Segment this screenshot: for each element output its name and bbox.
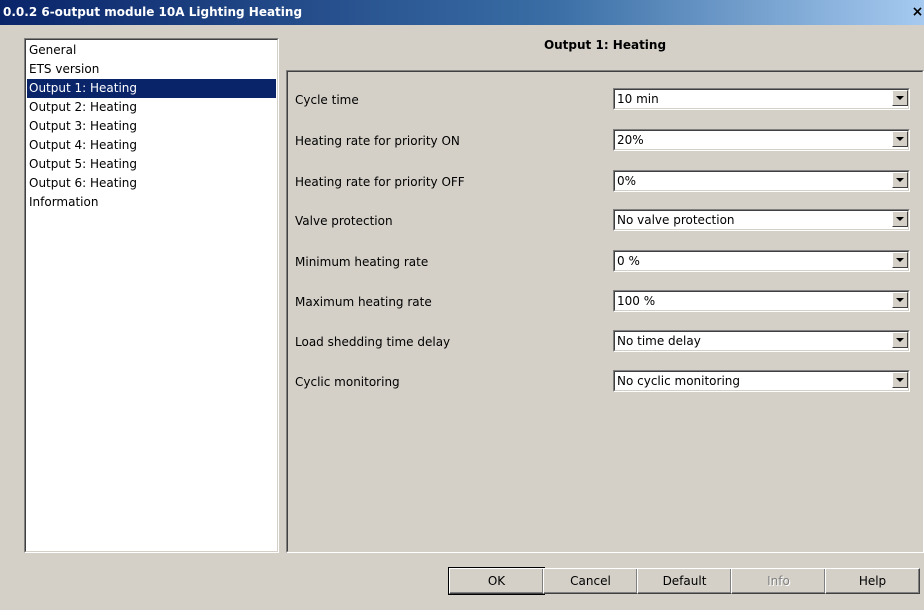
param-label-minimum-heating-rate: Minimum heating rate xyxy=(295,255,429,269)
window-title: 0.0.2 6-output module 10A Lighting Heati… xyxy=(3,5,303,19)
select-value: 100 % xyxy=(617,294,656,308)
sidebar-item-ets-version[interactable]: ETS version xyxy=(27,60,276,79)
sidebar-item-output-6-heating[interactable]: Output 6: Heating xyxy=(27,174,276,193)
select-value: No time delay xyxy=(617,334,701,348)
sidebar-item-output-2-heating[interactable]: Output 2: Heating xyxy=(27,98,276,117)
select-value: No cyclic monitoring xyxy=(617,374,741,388)
param-label-heating-rate-priority-on: Heating rate for priority ON xyxy=(295,134,460,148)
ok-button[interactable]: OK xyxy=(448,567,545,595)
sidebar-list[interactable]: General ETS version Output 1: Heating Ou… xyxy=(24,38,279,553)
minimum-heating-rate-select[interactable]: 0 % xyxy=(613,250,910,272)
default-button[interactable]: Default xyxy=(637,568,732,594)
select-value: No valve protection xyxy=(617,213,735,227)
dropdown-button[interactable] xyxy=(892,332,908,348)
sidebar-item-output-5-heating[interactable]: Output 5: Heating xyxy=(27,155,276,174)
heating-rate-priority-on-select[interactable]: 20% xyxy=(613,129,910,151)
sidebar-item-output-4-heating[interactable]: Output 4: Heating xyxy=(27,136,276,155)
info-button[interactable]: Info xyxy=(731,568,826,594)
chevron-down-icon xyxy=(896,96,904,100)
select-value: 10 min xyxy=(617,92,659,106)
close-icon[interactable]: × xyxy=(911,4,924,20)
dropdown-button[interactable] xyxy=(892,90,908,106)
sidebar-item-general[interactable]: General xyxy=(27,41,276,60)
cancel-button[interactable]: Cancel xyxy=(543,568,638,594)
select-value: 0 % xyxy=(617,254,640,268)
heating-rate-priority-off-select[interactable]: 0% xyxy=(613,170,910,192)
sidebar-item-output-3-heating[interactable]: Output 3: Heating xyxy=(27,117,276,136)
param-label-cyclic-monitoring: Cyclic monitoring xyxy=(295,375,400,389)
dropdown-button[interactable] xyxy=(892,131,908,147)
chevron-down-icon xyxy=(896,378,904,382)
help-button[interactable]: Help xyxy=(825,568,920,594)
sidebar-item-output-1-heating[interactable]: Output 1: Heating xyxy=(27,79,276,98)
param-label-heating-rate-priority-off: Heating rate for priority OFF xyxy=(295,175,465,189)
dropdown-button[interactable] xyxy=(892,292,908,308)
chevron-down-icon xyxy=(896,137,904,141)
select-value: 0% xyxy=(617,174,637,188)
param-label-cycle-time: Cycle time xyxy=(295,93,359,107)
param-label-maximum-heating-rate: Maximum heating rate xyxy=(295,295,432,309)
dropdown-button[interactable] xyxy=(892,211,908,227)
chevron-down-icon xyxy=(896,258,904,262)
param-label-load-shedding-time-delay: Load shedding time delay xyxy=(295,335,451,349)
chevron-down-icon xyxy=(896,178,904,182)
page-title: Output 1: Heating xyxy=(543,38,667,52)
select-value: 20% xyxy=(617,133,644,147)
chevron-down-icon xyxy=(896,298,904,302)
load-shedding-time-delay-select[interactable]: No time delay xyxy=(613,330,910,352)
valve-protection-select[interactable]: No valve protection xyxy=(613,209,910,231)
title-bar: 0.0.2 6-output module 10A Lighting Heati… xyxy=(0,0,924,25)
dropdown-button[interactable] xyxy=(892,372,908,388)
dropdown-button[interactable] xyxy=(892,172,908,188)
maximum-heating-rate-select[interactable]: 100 % xyxy=(613,290,910,312)
dropdown-button[interactable] xyxy=(892,252,908,268)
chevron-down-icon xyxy=(896,338,904,342)
param-label-valve-protection: Valve protection xyxy=(295,214,393,228)
cyclic-monitoring-select[interactable]: No cyclic monitoring xyxy=(613,370,910,392)
chevron-down-icon xyxy=(896,217,904,221)
cycle-time-select[interactable]: 10 min xyxy=(613,88,910,110)
sidebar-item-information[interactable]: Information xyxy=(27,193,276,212)
